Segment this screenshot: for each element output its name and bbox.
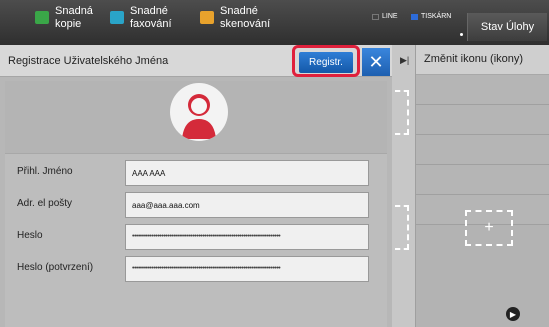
printer-indicator-icon xyxy=(411,13,418,20)
email-input[interactable]: aaa@aaa.aaa.com xyxy=(125,192,369,218)
dialog-header: Registrace Uživatelského Jména Registr. … xyxy=(0,45,392,77)
dashed-slot-icon xyxy=(395,90,409,135)
password-row: Heslo ••••••••••••••••••••••••••••••••••… xyxy=(5,222,387,252)
user-registration-dialog: Registrace Uživatelského Jména Registr. … xyxy=(0,45,392,327)
printer-status-label: TISKÁRN xyxy=(421,13,452,20)
background-screen: ▶| Změnit ikonu (ikony) xyxy=(392,45,549,327)
job-status-button[interactable]: Stav Úlohy xyxy=(467,13,547,41)
dialog-title: Registrace Uživatelského Jména xyxy=(8,55,169,67)
quick-fax-label: Snadné faxování xyxy=(130,5,172,30)
expand-arrow-icon[interactable]: ▶| xyxy=(400,55,409,66)
password-confirm-row: Heslo (potvrzení) ••••••••••••••••••••••… xyxy=(5,254,387,284)
quick-fax-shortcut[interactable]: Snadné faxování xyxy=(110,5,172,41)
quick-copy-shortcut[interactable]: Snadná kopie xyxy=(35,5,93,41)
password-input[interactable]: ••••••••••••••••••••••••••••••••••••••••… xyxy=(125,224,369,250)
list-item xyxy=(416,165,549,195)
register-highlight: Registr. xyxy=(292,45,360,77)
register-button[interactable]: Registr. xyxy=(299,52,353,73)
close-icon: ✕ xyxy=(368,51,384,72)
login-name-label: Přihl. Jméno xyxy=(17,166,73,177)
list-item xyxy=(416,75,549,105)
login-name-row: Přihl. Jméno AAA AAA xyxy=(5,158,387,188)
login-name-input[interactable]: AAA AAA xyxy=(125,160,369,186)
add-slot-button[interactable]: + xyxy=(465,210,513,246)
line-status-label: LINE xyxy=(382,13,398,20)
status-dot-icon xyxy=(460,33,463,36)
password-confirm-label: Heslo (potvrzení) xyxy=(17,262,94,273)
avatar-area xyxy=(5,81,387,153)
background-list xyxy=(416,75,549,225)
email-label: Adr. el pošty xyxy=(17,198,73,209)
registration-form: Přihl. Jméno AAA AAA Adr. el pošty aaa@a… xyxy=(5,153,387,327)
dashed-slot-icon xyxy=(395,205,409,250)
line-indicator-icon xyxy=(372,13,379,20)
close-button[interactable]: ✕ xyxy=(362,48,390,76)
list-item xyxy=(416,105,549,135)
side-strip: ▶| xyxy=(392,45,416,327)
user-avatar-icon[interactable] xyxy=(170,83,228,141)
copy-icon xyxy=(35,11,49,24)
password-label: Heslo xyxy=(17,230,43,241)
list-item xyxy=(416,135,549,165)
next-arrow-icon[interactable]: ▶ xyxy=(506,307,520,321)
quick-copy-label: Snadná kopie xyxy=(55,5,93,30)
quick-scan-label: Snadné skenování xyxy=(220,5,271,30)
change-icon-title[interactable]: Změnit ikonu (ikony) xyxy=(416,45,549,75)
printer-status: TISKÁRN xyxy=(411,13,451,20)
top-bar: Snadná kopie Snadné faxování Snadné sken… xyxy=(0,0,549,45)
email-row: Adr. el pošty aaa@aaa.aaa.com xyxy=(5,190,387,220)
scan-icon xyxy=(200,11,214,24)
plus-icon: + xyxy=(484,219,494,236)
line-status: LINE xyxy=(372,13,398,20)
password-confirm-input[interactable]: ••••••••••••••••••••••••••••••••••••••••… xyxy=(125,256,369,282)
fax-icon xyxy=(110,11,124,24)
person-icon xyxy=(182,94,216,139)
quick-scan-shortcut[interactable]: Snadné skenování xyxy=(200,5,270,41)
dialog-body: Přihl. Jméno AAA AAA Adr. el pošty aaa@a… xyxy=(5,81,387,327)
